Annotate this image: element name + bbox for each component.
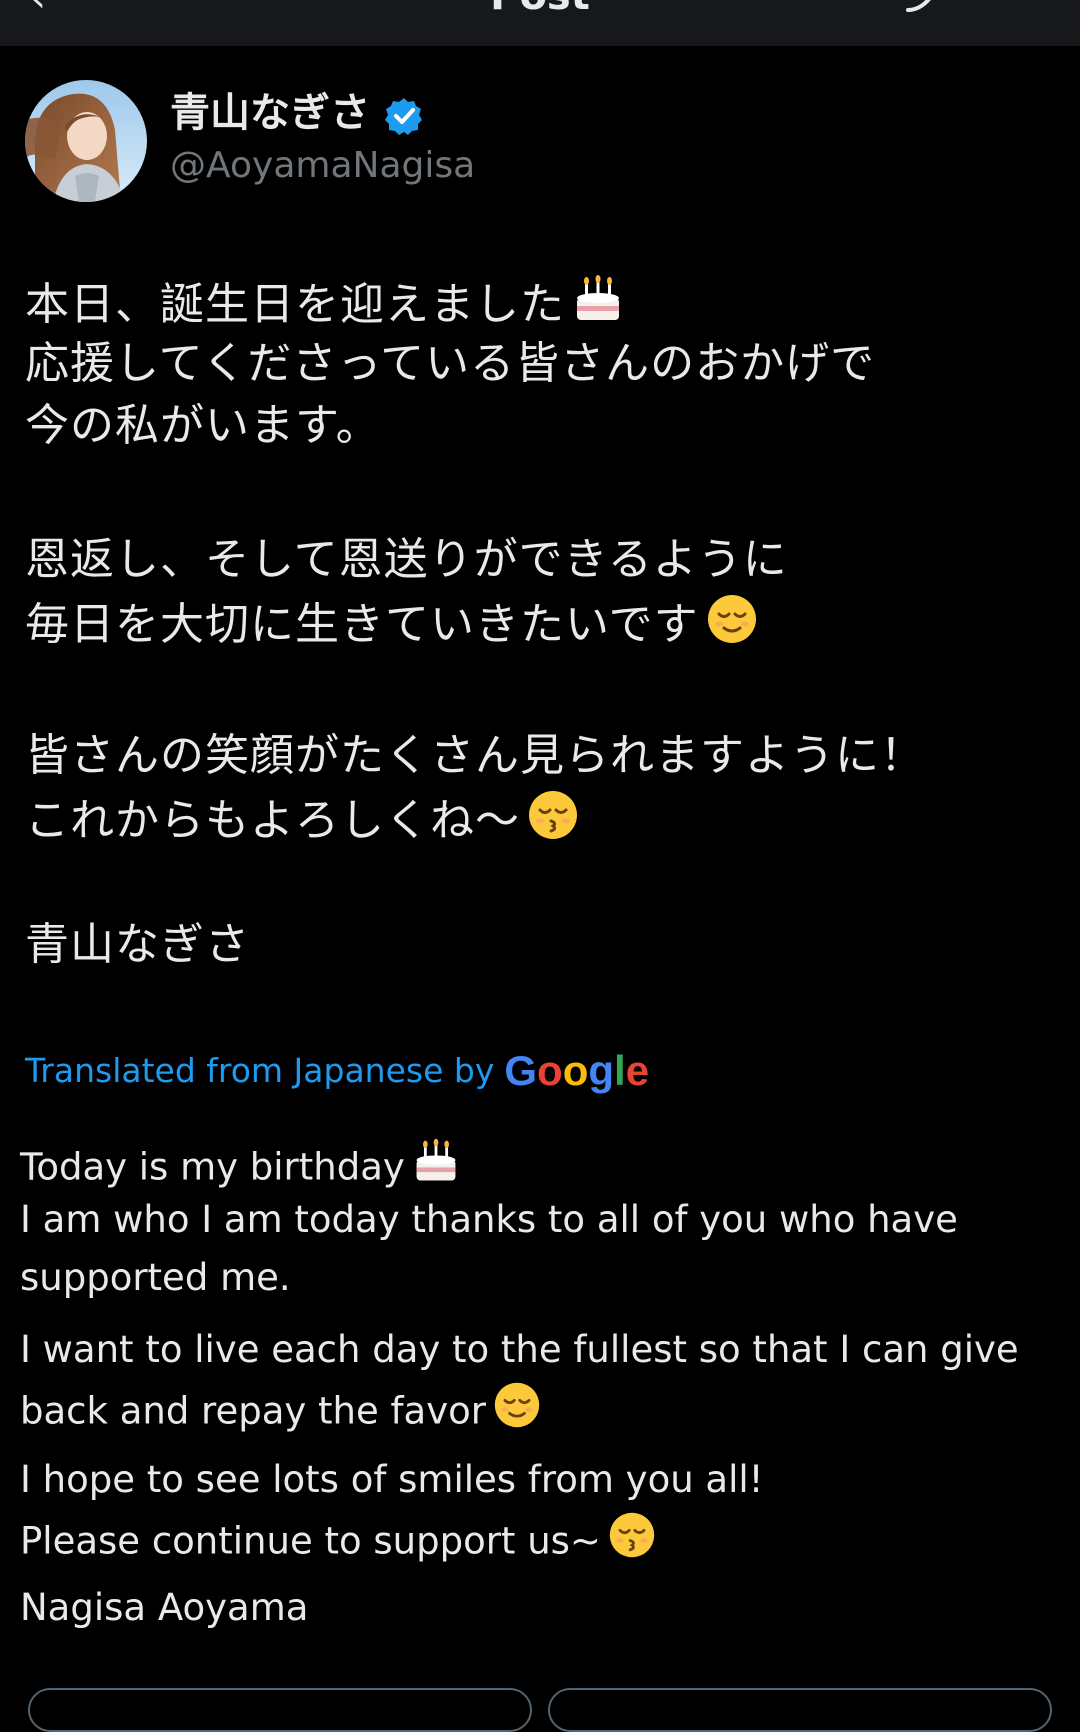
reply-icon[interactable] (880, 0, 940, 20)
post-text-line: 皆さんの笑顔がたくさん見られますように！ (25, 730, 925, 781)
verified-badge-icon (385, 98, 422, 135)
author-handle[interactable]: @AoyamaNagisa (170, 142, 475, 190)
translation-line: back and repay the favor (20, 1380, 542, 1446)
translation-line: I am who I am today thanks to all of you… (20, 1198, 958, 1241)
translation-line: I hope to see lots of smiles from you al… (20, 1458, 764, 1501)
relieved-face-icon (492, 1380, 542, 1446)
author-name[interactable]: 青山なぎさ (170, 88, 370, 138)
kissing-face-icon (526, 788, 580, 858)
post-text-line: 恩返し、そして恩送りができるように (25, 534, 788, 585)
translation-line: Please continue to support us~ (20, 1510, 657, 1576)
post-text-line: 今の私がいます。 (25, 400, 381, 451)
translation-signature: Nagisa Aoyama (20, 1586, 309, 1629)
translation-attribution[interactable]: Translated from Japanese by Google (25, 1046, 649, 1096)
kissing-face-icon (607, 1510, 657, 1576)
birthday-cake-icon (571, 272, 625, 342)
post-text-line: 本日、誕生日を迎えました (25, 272, 625, 342)
avatar-image (25, 80, 147, 202)
translation-label: Translated from Japanese by (25, 1051, 495, 1090)
post-text-line: 毎日を大切に生きていきたいです (25, 592, 759, 662)
bottom-action-button[interactable] (28, 1688, 532, 1732)
translation-line: I want to live each day to the fullest s… (20, 1328, 1019, 1371)
avatar[interactable] (25, 80, 147, 202)
post-text-line: これからもよろしくね〜 (25, 788, 580, 858)
bottom-action-button[interactable] (548, 1688, 1052, 1732)
relieved-face-icon (705, 592, 759, 662)
post-signature: 青山なぎさ (25, 919, 250, 970)
google-logo: Google (504, 1047, 650, 1094)
top-nav-bar: ‹ Post (0, 0, 1080, 46)
translation-line: supported me. (20, 1256, 291, 1299)
post-text-line: 応援してくださっている皆さんのおかげで (25, 338, 876, 389)
